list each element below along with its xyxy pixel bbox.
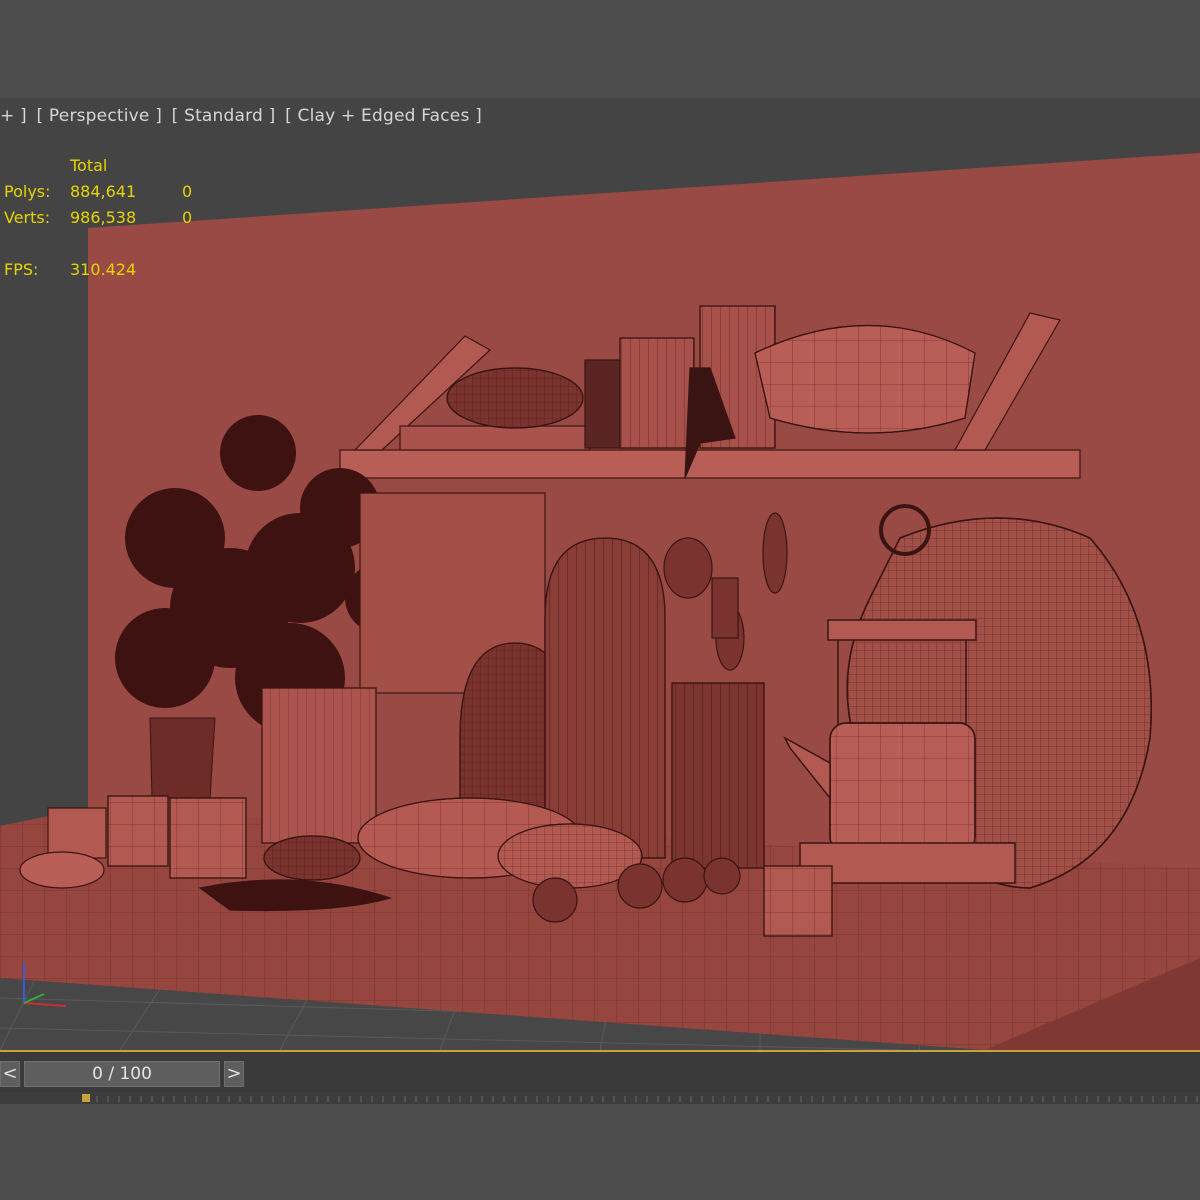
scene-render [0,153,1200,1050]
perspective-viewport[interactable]: + ] [ Perspective ] [ Standard ] [ Clay … [0,98,1200,1050]
stats-polys-value: 884,641 [70,182,137,201]
top-toolbar-area [0,0,1200,98]
stats-verts-label: Verts: [4,208,51,227]
time-slider[interactable]: 0 / 100 [24,1061,220,1087]
previous-frame-button[interactable]: < [0,1061,20,1087]
stats-verts-value: 986,538 [70,208,137,227]
viewport-menu-standard[interactable]: [ Standard ] [172,106,276,126]
stats-total-header: Total [70,156,108,175]
timeline-ruler[interactable] [0,1092,1200,1104]
next-frame-button[interactable]: > [224,1061,244,1087]
stats-fps-label: FPS: [4,260,39,279]
current-frame-marker[interactable] [82,1094,90,1102]
stats-polys-selected: 0 [182,182,193,201]
stats-verts-selected: 0 [182,208,193,227]
viewport-menu-shading[interactable]: [ Clay + Edged Faces ] [285,106,482,126]
viewport-label[interactable]: + ] [ Perspective ] [ Standard ] [ Clay … [0,106,486,126]
viewport-menu-plus[interactable]: + ] [0,106,27,126]
bottom-panel-area [0,1104,1200,1200]
stats-polys-label: Polys: [4,182,51,201]
viewport-menu-perspective[interactable]: [ Perspective ] [37,106,163,126]
stats-fps-value: 310.424 [70,260,137,279]
